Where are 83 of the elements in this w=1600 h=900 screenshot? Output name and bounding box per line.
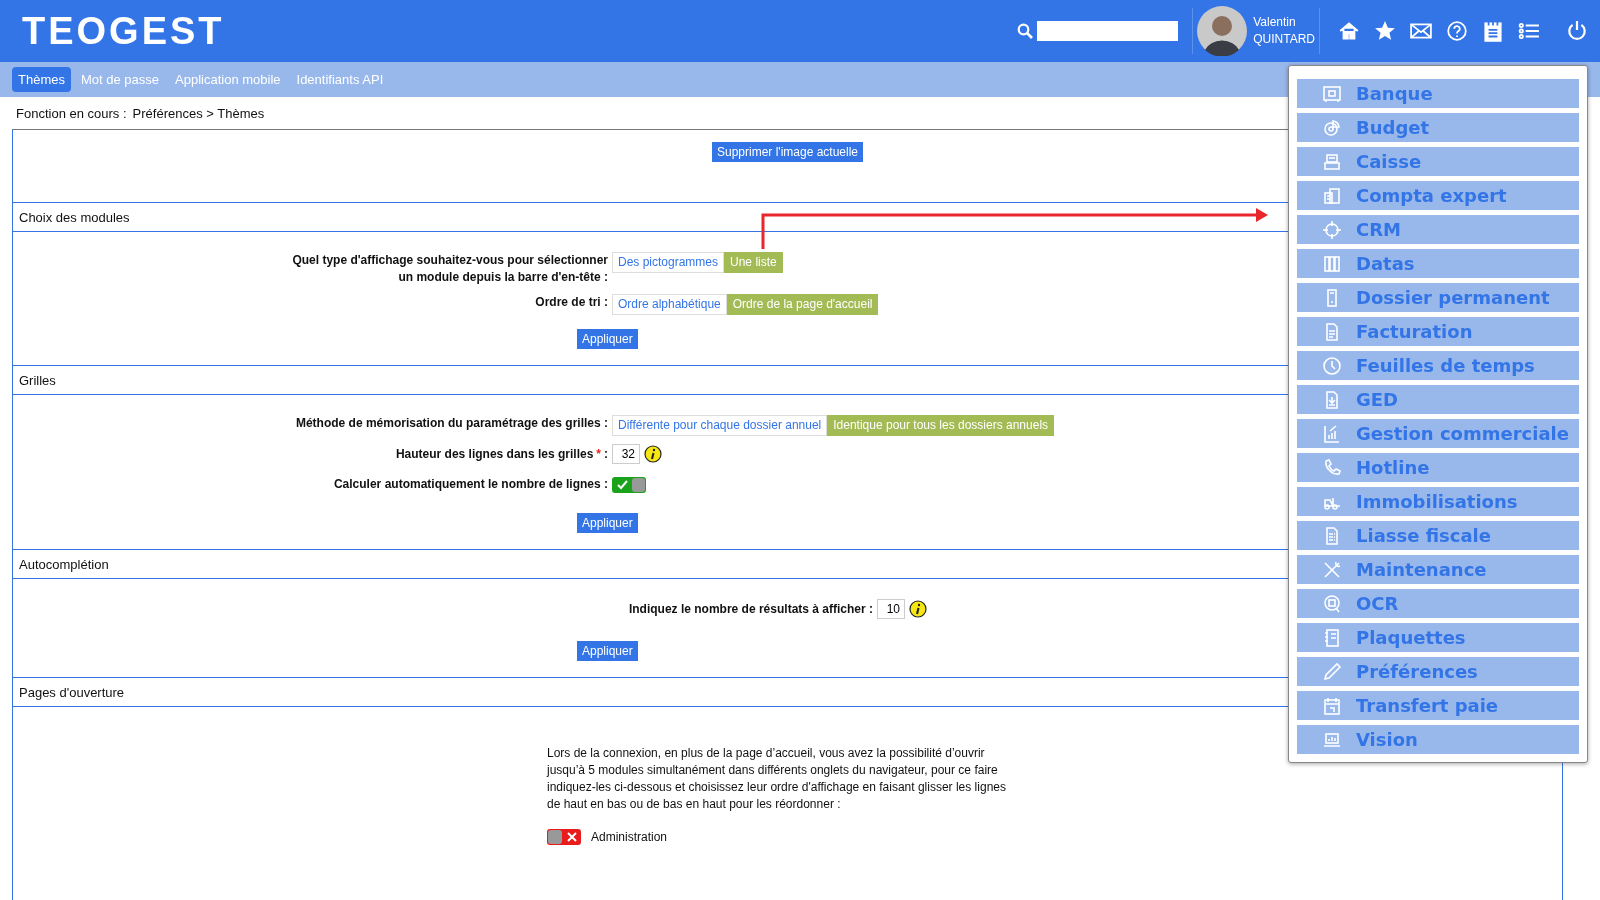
menu-item[interactable]: Facturation [1297,317,1579,346]
list-icon[interactable] [1518,20,1540,42]
option-button[interactable]: Des pictogrammes [612,252,725,273]
field-label: Calculer automatiquement le nombre de lignes : [333,476,608,493]
menu-item[interactable]: Préférences [1297,657,1579,686]
menu-item[interactable]: Budget [1297,113,1579,142]
option-button[interactable]: Ordre alphabétique [612,294,727,315]
menu-item[interactable]: Hotline [1297,453,1579,482]
apply-button[interactable]: Appliquer [577,641,638,661]
menu-item[interactable]: Datas [1297,249,1579,278]
help-icon[interactable] [1446,20,1468,42]
apply-button[interactable]: Appliquer [577,513,638,533]
logo: TEOGEST [22,9,225,53]
menu-item[interactable]: Banque [1297,79,1579,108]
info-icon[interactable] [909,600,927,618]
colon: : [604,445,608,463]
option-button[interactable]: Différente pour chaque dossier annuel [612,415,828,436]
section-title: Grilles [19,372,56,388]
search-field[interactable] [1037,21,1179,41]
tab[interactable]: Thèmes [12,67,71,92]
notepad-icon[interactable] [1482,20,1504,42]
menu-item[interactable]: Vision [1297,725,1579,754]
menu-item[interactable]: Compta expert [1297,181,1579,210]
option-button[interactable]: Ordre de la page d'accueil [726,294,879,315]
pencil-icon [1322,661,1342,682]
crosshair-icon [1322,219,1342,240]
home-icon[interactable] [1338,20,1360,42]
clock-icon [1322,355,1342,376]
user-last-name: QUINTARD [1253,31,1315,48]
menu-item[interactable]: OCR [1297,589,1579,618]
tab[interactable]: Mot de passe [74,67,165,92]
pie-chart-icon [1322,117,1342,138]
menu-item[interactable]: Gestion commerciale [1297,419,1579,448]
phone-icon [1322,457,1342,478]
field-label: Indiquez le nombre de résultats à afficher : [628,600,873,618]
section-title: Pages d'ouverture [19,684,125,700]
magnifier-document-icon [1322,593,1342,614]
notebook-icon [1322,627,1342,648]
field-label: Ordre de tri : [535,294,608,311]
bar-chart-icon [1322,423,1342,444]
tools-icon [1322,559,1342,580]
user-first-name: Valentin [1253,14,1297,31]
info-icon[interactable] [644,445,662,463]
safe-icon [1322,83,1342,104]
menu-item[interactable]: Immobilisations [1297,487,1579,516]
menu-item[interactable]: Plaquettes [1297,623,1579,652]
search-icon[interactable] [1017,23,1034,39]
field-label: Hauteur des lignes dans les grilles [395,445,594,463]
menu-item[interactable]: Caisse [1297,147,1579,176]
section-title: Choix des modules [19,209,130,225]
breadcrumb-path: Préférences > Thèmes [132,105,265,121]
help-paragraph: Lors de la connexion, en plus de la page d’accueil, vous avez la possibilité d’ouvrir jusqu’à 5 modules simultanément dans différents onglets du navigateur, pour ce faire indiquez-les ci-dessous et choisissez leur ordre d'affichage en faisant glisser les lignes de haut en bas ou de bas en haut pour les réordonner : [547,745,1007,813]
breadcrumb-label: Fonction en cours : [16,105,127,121]
power-icon[interactable] [1566,20,1588,42]
toggle-switch[interactable] [612,476,646,493]
option-button[interactable]: Une liste [724,252,783,273]
tab[interactable]: Identifiants API [290,67,390,92]
menu-item[interactable]: Feuilles de temps [1297,351,1579,380]
calendar-icon [1322,695,1342,716]
binders-icon [1322,253,1342,274]
menu-item[interactable]: GED [1297,385,1579,414]
field-label: un module depuis la barre d'en-tête : [398,269,608,286]
menu-item[interactable]: Liasse fiscale [1297,521,1579,550]
delete-image-button[interactable]: Supprimer l'image actuelle [712,142,863,162]
field-label: Méthode de mémorisation du paramétrage des grilles : [295,415,608,432]
number-field[interactable]: 10 [877,599,905,619]
tab[interactable]: Application mobile [169,67,287,92]
option-button[interactable]: Identique pour tous les dossiers annuels [827,415,1055,436]
menu-item[interactable]: Maintenance [1297,555,1579,584]
number-field[interactable]: 32 [612,444,640,464]
menu-item[interactable]: Dossier permanent [1297,283,1579,312]
cash-register-icon [1322,151,1342,172]
required-mark: * [596,445,601,463]
apply-button[interactable]: Appliquer [577,329,638,349]
avatar[interactable] [1197,6,1248,56]
menu-item[interactable]: Transfert paie [1297,691,1579,720]
module-label: Administration [591,830,668,844]
toggle-switch[interactable] [547,829,581,845]
section-title: Autocomplétion [19,556,109,572]
documents-icon [1322,185,1342,206]
menu-item[interactable]: CRM [1297,215,1579,244]
star-icon[interactable] [1374,20,1396,42]
field-label: Quel type d'affichage souhaitez-vous pour sélectionner [292,252,608,269]
